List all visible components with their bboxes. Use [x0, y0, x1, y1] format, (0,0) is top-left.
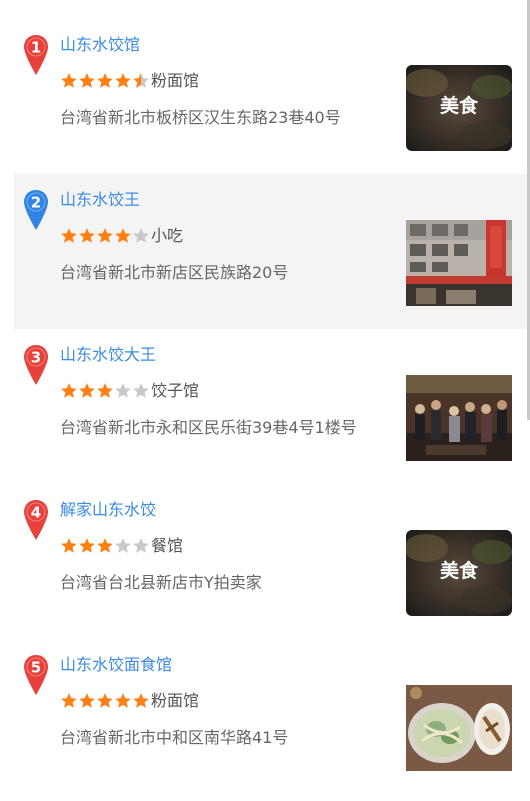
star-icon — [78, 72, 96, 90]
food-placeholder-thumbnail[interactable]: 美食 — [406, 530, 512, 616]
star-rating — [60, 537, 150, 555]
star-icon — [114, 537, 132, 555]
result-address: 台湾省新北市板桥区汉生东路23巷40号 — [60, 108, 341, 127]
star-rating — [60, 692, 150, 710]
result-photo-thumbnail[interactable] — [406, 375, 512, 461]
map-pin-icon: 2 — [22, 188, 50, 232]
map-pin-icon: 4 — [22, 498, 50, 542]
rating-row: 餐馆 — [60, 535, 183, 557]
star-icon — [132, 382, 150, 400]
star-icon — [96, 692, 114, 710]
result-category: 饺子馆 — [151, 381, 200, 400]
star-icon — [132, 72, 150, 90]
result-address: 台湾省新北市新店区民族路20号 — [60, 263, 289, 282]
star-icon — [96, 537, 114, 555]
star-icon — [114, 72, 132, 90]
star-rating — [60, 227, 150, 245]
star-rating — [60, 72, 150, 90]
svg-text:1: 1 — [31, 39, 41, 57]
result-category: 小吃 — [151, 226, 184, 245]
map-pin-icon: 1 — [22, 33, 50, 77]
star-icon — [96, 72, 114, 90]
result-item[interactable]: 1 山东水饺馆 粉面馆台湾省新北市板桥区汉生东路23巷40号 美食 — [14, 19, 528, 174]
star-icon — [78, 537, 96, 555]
star-icon — [96, 382, 114, 400]
result-name-link[interactable]: 山东水饺王 — [60, 189, 140, 211]
star-icon — [132, 692, 150, 710]
result-photo-thumbnail[interactable] — [406, 685, 512, 771]
result-name-link[interactable]: 山东水饺大王 — [60, 344, 156, 366]
result-address: 台湾省新北市永和区民乐街39巷4号1楼号 — [60, 418, 357, 437]
star-icon — [60, 382, 78, 400]
svg-text:2: 2 — [31, 194, 41, 212]
result-category: 粉面馆 — [151, 691, 200, 710]
star-icon — [114, 692, 132, 710]
rating-row: 粉面馆 — [60, 690, 199, 712]
rating-row: 粉面馆 — [60, 70, 199, 92]
result-category: 餐馆 — [151, 536, 184, 555]
result-item[interactable]: 3 山东水饺大王饺子馆台湾省新北市永和区民乐街39巷4号1楼号 — [14, 329, 528, 484]
map-pin-icon: 5 — [22, 653, 50, 697]
star-icon — [60, 692, 78, 710]
star-icon — [114, 382, 132, 400]
result-photo-thumbnail[interactable] — [406, 220, 512, 306]
star-icon — [114, 227, 132, 245]
rating-row: 小吃 — [60, 225, 183, 247]
star-rating — [60, 382, 150, 400]
star-icon — [132, 227, 150, 245]
star-icon — [132, 537, 150, 555]
rating-row: 饺子馆 — [60, 380, 199, 402]
svg-text:5: 5 — [31, 659, 41, 677]
star-icon — [78, 382, 96, 400]
result-name-link[interactable]: 山东水饺馆 — [60, 34, 140, 56]
star-icon — [60, 227, 78, 245]
result-item[interactable]: 2 山东水饺王 小吃台湾省新北市新店区民族路20号 — [14, 174, 528, 329]
star-icon — [60, 72, 78, 90]
svg-text:美食: 美食 — [440, 559, 479, 582]
svg-text:美食: 美食 — [440, 94, 479, 117]
result-name-link[interactable]: 山东水饺面食馆 — [60, 654, 172, 676]
food-placeholder-thumbnail[interactable]: 美食 — [406, 65, 512, 151]
svg-text:3: 3 — [31, 349, 41, 367]
star-icon — [60, 537, 78, 555]
star-icon — [96, 227, 114, 245]
result-name-link[interactable]: 解家山东水饺 — [60, 499, 156, 521]
star-icon — [78, 692, 96, 710]
result-item[interactable]: 5 山东水饺面食馆粉面馆台湾省新北市中和区南华路41号 — [14, 639, 528, 794]
star-icon — [78, 227, 96, 245]
result-item[interactable]: 4 解家山东水饺餐馆台湾省台北县新店市Y拍卖家 美食 — [14, 484, 528, 639]
result-category: 粉面馆 — [151, 71, 200, 90]
result-address: 台湾省新北市中和区南华路41号 — [60, 728, 289, 747]
map-pin-icon: 3 — [22, 343, 50, 387]
result-address: 台湾省台北县新店市Y拍卖家 — [60, 573, 262, 592]
svg-text:4: 4 — [31, 504, 41, 522]
result-list: 1 山东水饺馆 粉面馆 台湾省新北市板桥区汉生东路23巷40号 美食 2 山东水饺王… — [14, 19, 528, 794]
